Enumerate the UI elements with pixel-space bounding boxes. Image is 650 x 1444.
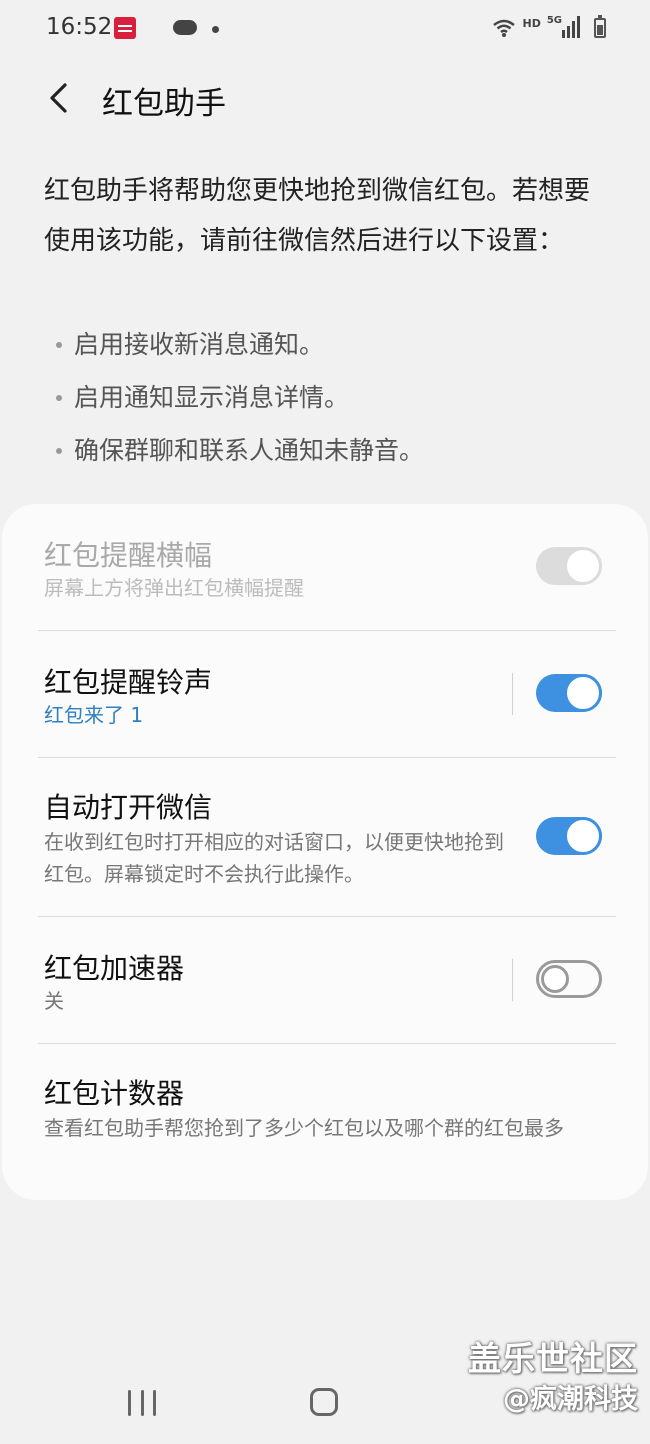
signal-icon bbox=[562, 16, 580, 38]
hd-label: HD bbox=[522, 17, 541, 30]
bullet-icon bbox=[56, 341, 62, 348]
list-item-text: 启用接收新消息通知。 bbox=[74, 330, 325, 359]
setting-subtitle: 红包来了 1 bbox=[44, 703, 144, 727]
setting-title: 自动打开微信 bbox=[44, 791, 213, 824]
setting-row-auto-open[interactable]: 自动打开微信 在收到红包时打开相应的对话窗口，以便更快地抢到红包。屏幕锁定时不会… bbox=[2, 758, 648, 916]
status-indicators: HD 5G bbox=[492, 15, 606, 38]
vertical-separator bbox=[512, 959, 513, 1001]
setting-subtitle: 关 bbox=[44, 989, 64, 1013]
recents-icon-bar bbox=[128, 1390, 131, 1416]
chevron-left-icon bbox=[50, 83, 67, 113]
setting-subtitle: 屏幕上方将弹出红包横幅提醒 bbox=[44, 576, 304, 600]
settings-card: 红包提醒横幅 屏幕上方将弹出红包横幅提醒 红包提醒铃声 红包来了 1 自动打开微… bbox=[2, 504, 648, 1200]
list-item: 启用通知显示消息详情。 bbox=[56, 371, 424, 424]
setting-title: 红包提醒横幅 bbox=[44, 539, 213, 572]
home-button[interactable] bbox=[310, 1388, 338, 1416]
toggle-knob bbox=[564, 674, 602, 712]
status-bar: 16:52 HD 5G bbox=[0, 0, 650, 60]
status-time: 16:52 bbox=[46, 14, 113, 40]
setting-title: 红包计数器 bbox=[44, 1077, 185, 1110]
vertical-separator bbox=[512, 673, 513, 715]
setting-row-accelerator[interactable]: 红包加速器 关 bbox=[2, 917, 648, 1043]
list-item-text: 确保群聊和联系人通知未静音。 bbox=[74, 436, 425, 465]
app-notification-icon bbox=[114, 17, 136, 39]
watermark: 盖乐世社区 @疯潮科技 bbox=[468, 1338, 638, 1420]
network-label: 5G bbox=[546, 15, 562, 26]
watermark-community: 盖乐世社区 bbox=[468, 1339, 638, 1378]
setting-row-counter[interactable]: 红包计数器 查看红包助手帮您抢到了多少个红包以及哪个群的红包最多 bbox=[2, 1044, 648, 1200]
back-button[interactable] bbox=[38, 78, 78, 118]
ringtone-toggle[interactable] bbox=[536, 674, 602, 712]
auto-open-toggle[interactable] bbox=[536, 817, 602, 855]
accelerator-toggle[interactable] bbox=[536, 960, 602, 998]
setting-subtitle: 在收到红包时打开相应的对话窗口，以便更快地抢到红包。屏幕锁定时不会执行此操作。 bbox=[44, 830, 504, 886]
list-item-text: 启用通知显示消息详情。 bbox=[74, 383, 350, 412]
bullet-icon bbox=[56, 394, 62, 401]
banner-toggle[interactable] bbox=[536, 547, 602, 585]
dot-icon bbox=[212, 26, 219, 33]
setting-row-banner[interactable]: 红包提醒横幅 屏幕上方将弹出红包横幅提醒 bbox=[2, 504, 648, 630]
setting-title: 红包提醒铃声 bbox=[44, 666, 213, 699]
page-title: 红包助手 bbox=[102, 86, 226, 122]
toggle-knob bbox=[541, 965, 569, 993]
toggle-knob bbox=[564, 817, 602, 855]
recents-button[interactable] bbox=[128, 1390, 156, 1416]
bullet-icon bbox=[56, 447, 62, 454]
list-item: 确保群聊和联系人通知未静音。 bbox=[56, 424, 424, 477]
watermark-author: @疯潮科技 bbox=[503, 1384, 638, 1415]
setting-subtitle: 查看红包助手帮您抢到了多少个红包以及哪个群的红包最多 bbox=[44, 1116, 564, 1140]
list-item: 启用接收新消息通知。 bbox=[56, 318, 424, 371]
recents-icon-bar bbox=[153, 1390, 156, 1416]
cloud-icon bbox=[173, 20, 197, 35]
setting-row-ringtone[interactable]: 红包提醒铃声 红包来了 1 bbox=[2, 631, 648, 757]
toggle-knob bbox=[564, 547, 602, 585]
wifi-icon bbox=[492, 18, 516, 38]
battery-icon bbox=[594, 15, 606, 38]
setting-title: 红包加速器 bbox=[44, 952, 185, 985]
recents-icon-bar bbox=[140, 1390, 144, 1416]
requirements-list: 启用接收新消息通知。 启用通知显示消息详情。 确保群聊和联系人通知未静音。 bbox=[56, 318, 424, 477]
intro-text: 红包助手将帮助您更快地抢到微信红包。若想要使用该功能，请前往微信然后进行以下设置… bbox=[44, 176, 591, 256]
